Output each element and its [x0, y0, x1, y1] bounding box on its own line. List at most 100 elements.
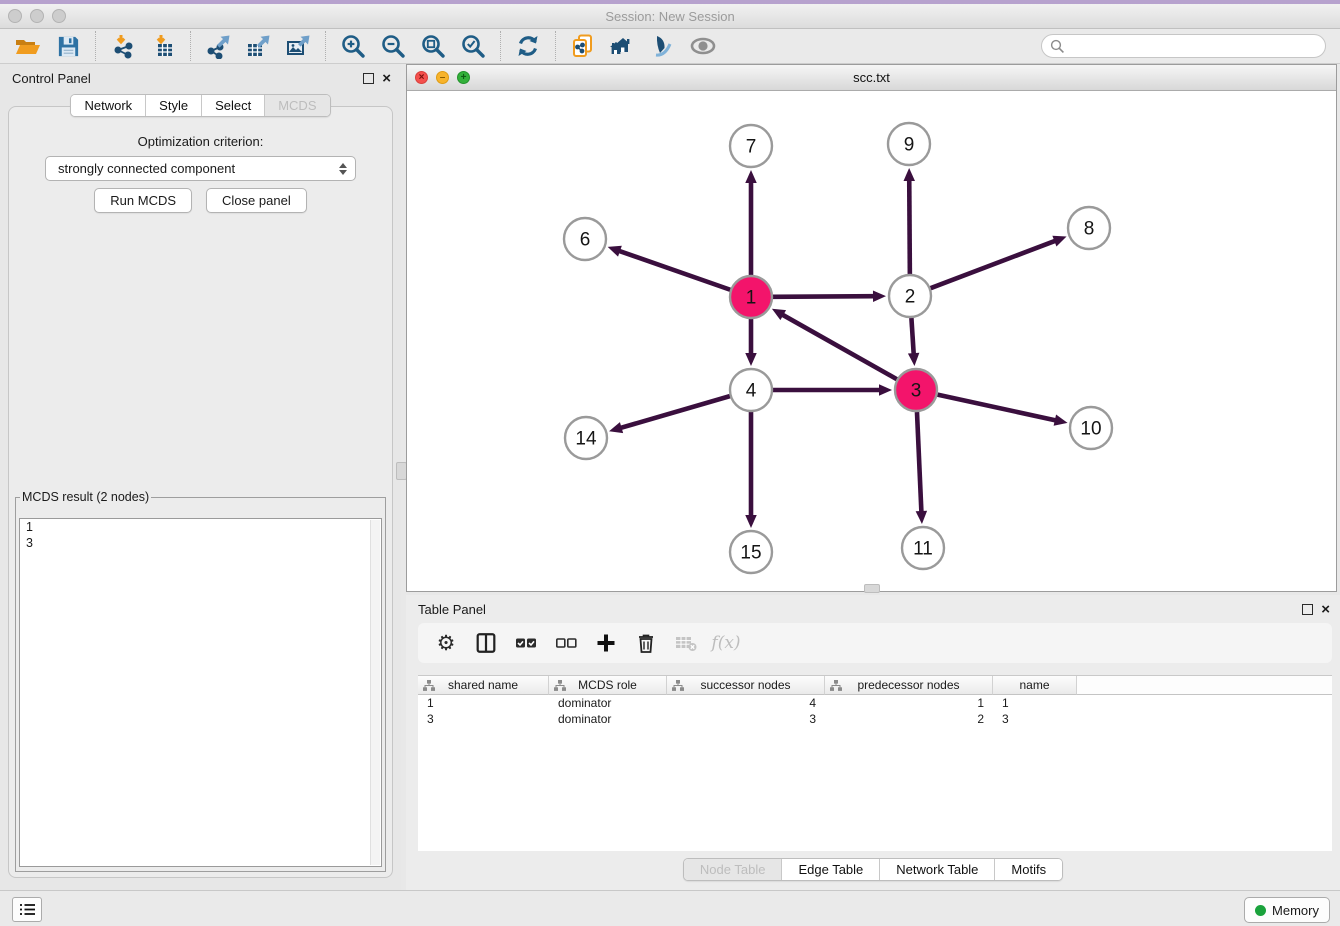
- graph-edge-2-9[interactable]: [903, 168, 914, 274]
- apply-style-button[interactable]: [643, 30, 683, 62]
- control-panel-title: Control Panel: [12, 71, 91, 86]
- table-cell[interactable]: 1: [418, 696, 549, 710]
- delete-column-button[interactable]: [628, 626, 664, 660]
- table-cell[interactable]: 1: [825, 696, 993, 710]
- delete-table-button[interactable]: [668, 626, 704, 660]
- result-scrollbar[interactable]: [370, 520, 380, 865]
- graph-edge-2-8[interactable]: [931, 236, 1067, 288]
- column-header-predecessor-nodes[interactable]: predecessor nodes: [825, 676, 993, 695]
- table-cell[interactable]: dominator: [549, 696, 667, 710]
- refresh-icon: [515, 33, 541, 59]
- tab-network-table[interactable]: Network Table: [880, 859, 995, 880]
- graph-node-11[interactable]: 11: [902, 527, 944, 569]
- mcds-result-item[interactable]: 1: [20, 519, 381, 535]
- network-canvas[interactable]: 1 2 3 4 6 7 8 9 10 11 14 15: [407, 90, 1336, 591]
- tab-mcds[interactable]: MCDS: [265, 95, 329, 116]
- table-row[interactable]: 3dominator323: [418, 711, 1332, 727]
- zoom-selected-button[interactable]: [453, 30, 493, 62]
- table-cell[interactable]: 4: [667, 696, 825, 710]
- import-network-button[interactable]: [103, 30, 143, 62]
- search-input[interactable]: [1041, 34, 1326, 58]
- graph-edge-4-3[interactable]: [773, 384, 892, 396]
- table-cell[interactable]: 3: [667, 712, 825, 726]
- graph-node-9[interactable]: 9: [888, 123, 930, 165]
- graph-edge-3-11[interactable]: [916, 412, 927, 524]
- select-all-columns-button[interactable]: [508, 626, 544, 660]
- export-image-icon: [285, 33, 311, 59]
- column-header-shared-name[interactable]: shared name: [418, 676, 549, 695]
- graph-edge-4-15[interactable]: [745, 412, 757, 528]
- graph-node-1[interactable]: 1: [730, 276, 772, 318]
- optimization-criterion-dropdown[interactable]: strongly connected component: [45, 156, 356, 181]
- graph-node-8[interactable]: 8: [1068, 207, 1110, 249]
- graph-edge-1-4[interactable]: [745, 319, 757, 366]
- graph-edge-2-3[interactable]: [908, 318, 919, 366]
- export-table-button[interactable]: [238, 30, 278, 62]
- show-columns-button[interactable]: [468, 626, 504, 660]
- graph-edge-1-2[interactable]: [773, 290, 886, 301]
- float-panel-icon[interactable]: [363, 73, 374, 84]
- table-settings-button[interactable]: ⚙: [428, 626, 464, 660]
- memory-button[interactable]: Memory: [1244, 897, 1330, 923]
- column-header-name[interactable]: name: [993, 676, 1077, 695]
- deselect-all-columns-button[interactable]: [548, 626, 584, 660]
- graph-edge-1-6[interactable]: [608, 246, 731, 290]
- export-image-button[interactable]: [278, 30, 318, 62]
- task-history-button[interactable]: [12, 897, 42, 922]
- add-column-button[interactable]: [588, 626, 624, 660]
- window-title: Session: New Session: [0, 9, 1340, 24]
- tab-select[interactable]: Select: [202, 95, 265, 116]
- graph-node-10[interactable]: 10: [1070, 407, 1112, 449]
- mcds-result-item[interactable]: 3: [20, 535, 381, 551]
- save-session-button[interactable]: [48, 30, 88, 62]
- close-panel-button[interactable]: Close panel: [206, 188, 307, 213]
- table-cell[interactable]: 1: [993, 696, 1077, 710]
- column-header-successor-nodes[interactable]: successor nodes: [667, 676, 825, 695]
- column-header-filler: [1077, 676, 1332, 695]
- graph-edge-3-10[interactable]: [937, 395, 1067, 426]
- network-window-titlebar[interactable]: × – + scc.txt: [407, 65, 1336, 91]
- open-session-button[interactable]: [8, 30, 48, 62]
- tab-network[interactable]: Network: [71, 95, 146, 116]
- table-panel-header: Table Panel ×: [406, 595, 1340, 623]
- float-table-panel-icon[interactable]: [1302, 604, 1313, 615]
- zoom-out-button[interactable]: [373, 30, 413, 62]
- table-cell[interactable]: dominator: [549, 712, 667, 726]
- graph-node-2[interactable]: 2: [889, 275, 931, 317]
- graph-node-4[interactable]: 4: [730, 369, 772, 411]
- close-panel-icon[interactable]: ×: [382, 71, 391, 86]
- import-table-button[interactable]: [143, 30, 183, 62]
- column-header-MCDS-role[interactable]: MCDS role: [549, 676, 667, 695]
- svg-text:8: 8: [1084, 219, 1095, 240]
- tab-node-table[interactable]: Node Table: [684, 859, 783, 880]
- graph-node-14[interactable]: 14: [565, 417, 607, 459]
- table-row[interactable]: 1dominator411: [418, 695, 1332, 711]
- graph-edge-1-7[interactable]: [745, 170, 757, 275]
- export-network-button[interactable]: [198, 30, 238, 62]
- table-cell[interactable]: 2: [825, 712, 993, 726]
- clone-network-button[interactable]: [563, 30, 603, 62]
- run-mcds-button[interactable]: Run MCDS: [94, 188, 192, 213]
- graph-node-15[interactable]: 15: [730, 531, 772, 573]
- graph-edge-4-14[interactable]: [609, 396, 730, 433]
- delete-table-icon: [674, 633, 698, 653]
- graph-edge-3-1[interactable]: [772, 309, 897, 379]
- table-cell[interactable]: 3: [993, 712, 1077, 726]
- show-hide-graphics-button[interactable]: [683, 30, 723, 62]
- table-cell[interactable]: 3: [418, 712, 549, 726]
- function-builder-button[interactable]: f(x): [708, 626, 744, 660]
- table-panel: Table Panel × ⚙: [406, 595, 1340, 890]
- close-table-panel-icon[interactable]: ×: [1321, 602, 1330, 617]
- tab-style[interactable]: Style: [146, 95, 202, 116]
- network-splitter-grip[interactable]: [864, 584, 880, 593]
- zoom-in-button[interactable]: [333, 30, 373, 62]
- zoom-fit-button[interactable]: [413, 30, 453, 62]
- tab-edge-table[interactable]: Edge Table: [782, 859, 880, 880]
- refresh-layout-button[interactable]: [508, 30, 548, 62]
- mcds-result-list[interactable]: 13: [19, 518, 382, 867]
- reset-layout-home-button[interactable]: [603, 30, 643, 62]
- graph-node-6[interactable]: 6: [564, 218, 606, 260]
- graph-node-7[interactable]: 7: [730, 125, 772, 167]
- tab-motifs[interactable]: Motifs: [995, 859, 1062, 880]
- graph-node-3[interactable]: 3: [895, 369, 937, 411]
